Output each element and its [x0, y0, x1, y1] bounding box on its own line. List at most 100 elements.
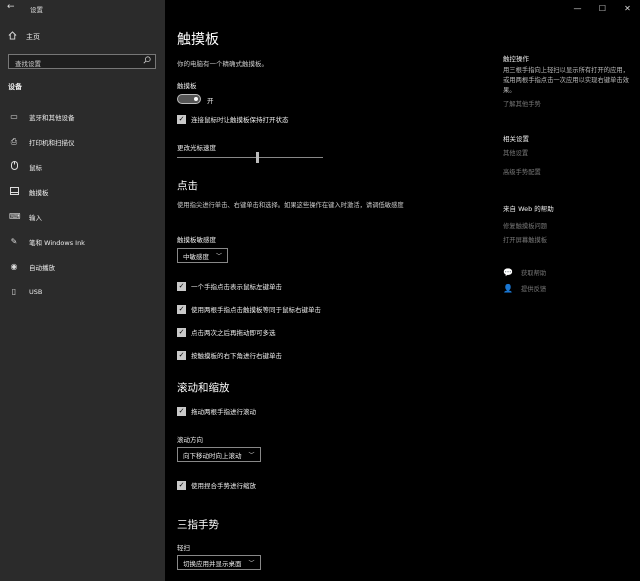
usb-icon: ▯ — [11, 287, 17, 296]
printer-icon: ⎙ — [10, 136, 18, 146]
sidebar-item-pen[interactable]: ✎ 笔和 Windows Ink — [0, 229, 165, 254]
touchpad-icon — [9, 186, 19, 197]
search-placeholder: 查找设置 — [15, 60, 41, 68]
sidebar-item-printers[interactable]: ⎙ 打印机和扫描仪 — [0, 129, 165, 154]
sidebar-section-title: 设备 — [8, 83, 22, 91]
sidebar-item-label: 鼠标 — [29, 163, 42, 172]
additional-settings-link[interactable]: 其他设置 — [503, 148, 528, 157]
checkbox-label: 点击两次之后再拖动即可多选 — [191, 329, 276, 337]
keyboard-icon: ⌨ — [9, 212, 21, 221]
touchpad-toggle-label: 触摸板 — [177, 82, 197, 90]
checkmark-icon: ✓ — [177, 480, 186, 490]
learn-gestures-link[interactable]: 了解其他手势 — [503, 99, 541, 108]
checkmark-icon: ✓ — [177, 350, 186, 360]
checkmark-icon: ✓ — [177, 114, 186, 124]
taps-description: 使用指尖进行单击、右键单击和选择。如果这些操作在键入时激活，请调低敏感度 — [177, 202, 404, 209]
titlebar: ← 设置 — [0, 0, 165, 16]
open-onscreen-touchpad-link[interactable]: 打开屏幕触摸板 — [503, 235, 547, 244]
touchpad-toggle[interactable] — [177, 94, 201, 104]
sensitivity-dropdown[interactable]: 中敏感度 ﹀ — [177, 248, 229, 263]
window-controls: — ☐ ✕ — [565, 0, 640, 16]
sidebar-item-label: 自动播放 — [29, 263, 55, 272]
feedback-label: 提供反馈 — [521, 286, 547, 293]
sidebar-item-bluetooth[interactable]: ▭ 蓝牙和其他设备 — [0, 104, 165, 129]
gestures-text: 用三根手指向上轻扫以显示所有打开的应用，或用两根手指点击一次应用以实现右键单击效… — [503, 67, 629, 94]
taps-heading: 点击 — [177, 180, 198, 192]
toggle-state: 开 — [207, 97, 214, 105]
cursor-speed-label: 更改光标速度 — [177, 144, 216, 152]
page-subtitle: 你的电脑有一个精确式触摸板。 — [177, 60, 268, 68]
sidebar-item-label: 触摸板 — [29, 188, 49, 197]
mouse-icon — [9, 161, 19, 172]
sidebar: ← 设置 主页 查找设置 设备 ▭ 蓝牙和其他设备 ⎙ 打印机和扫描仪 鼠标 触… — [0, 0, 165, 581]
sidebar-item-usb[interactable]: ▯ USB — [0, 279, 165, 304]
swipe-dropdown[interactable]: 切换应用并显示桌面 ﹀ — [177, 555, 261, 570]
web-help-heading: 来自 Web 的帮助 — [503, 205, 554, 213]
advanced-gesture-link[interactable]: 高级手势配置 — [503, 167, 541, 176]
get-help-label: 获取帮助 — [521, 270, 547, 277]
feedback-person-icon: 👤 — [503, 284, 513, 293]
pen-icon: ✎ — [10, 237, 18, 246]
sidebar-item-typing[interactable]: ⌨ 输入 — [0, 204, 165, 229]
scroll-direction-dropdown[interactable]: 向下移动时向上滚动 ﹀ — [177, 447, 261, 462]
related-settings-heading: 相关设置 — [503, 135, 529, 143]
search-icon[interactable] — [143, 56, 151, 66]
dropdown-value: 中敏感度 — [183, 252, 209, 261]
dropdown-value: 向下移动时向上滚动 — [183, 451, 242, 460]
chat-bubble-icon: 💬 — [503, 268, 513, 277]
checkbox-label: 使用两根手指点击触摸板等同于鼠标右键单击 — [191, 306, 321, 314]
cursor-speed-slider[interactable] — [177, 157, 323, 158]
keep-touchpad-on-checkbox[interactable]: ✓ 连接鼠标时让触摸板保持打开状态 — [177, 114, 289, 124]
sidebar-item-label: 打印机和扫描仪 — [29, 138, 75, 147]
chevron-down-icon: ﹀ — [248, 560, 255, 567]
sidebar-item-label: 笔和 Windows Ink — [29, 238, 85, 247]
pinch-zoom-checkbox[interactable]: ✓ 使用捏合手势进行缩放 — [177, 480, 256, 490]
maximize-button[interactable]: ☐ — [590, 0, 615, 16]
double-tap-drag-checkbox[interactable]: ✓ 点击两次之后再拖动即可多选 — [177, 327, 276, 337]
two-finger-scroll-checkbox[interactable]: ✓ 拖动两根手指进行滚动 — [177, 406, 256, 416]
tap-single-click-checkbox[interactable]: ✓ 一个手指点击表示鼠标左键单击 — [177, 281, 282, 291]
two-finger-right-click-checkbox[interactable]: ✓ 使用两根手指点击触摸板等同于鼠标右键单击 — [177, 304, 321, 314]
checkmark-icon: ✓ — [177, 281, 186, 291]
minimize-button[interactable]: — — [565, 0, 590, 16]
bluetooth-icon: ▭ — [10, 112, 18, 121]
scroll-zoom-heading: 滚动和缩放 — [177, 382, 230, 394]
checkbox-label: 一个手指点击表示鼠标左键单击 — [191, 283, 282, 291]
chevron-down-icon: ﹀ — [248, 452, 255, 459]
get-help-link[interactable]: 💬 获取帮助 — [503, 268, 546, 277]
toggle-knob — [194, 97, 198, 101]
cursor-speed-slider-thumb[interactable] — [255, 152, 259, 163]
sidebar-nav: ▭ 蓝牙和其他设备 ⎙ 打印机和扫描仪 鼠标 触摸板 ⌨ 输入 ✎ 笔和 Win… — [0, 104, 165, 304]
dropdown-value: 切换应用并显示桌面 — [183, 559, 242, 568]
app-title: 设置 — [30, 6, 43, 14]
sidebar-item-autoplay[interactable]: ◉ 自动播放 — [0, 254, 165, 279]
checkmark-icon: ✓ — [177, 327, 186, 337]
sidebar-item-label: 输入 — [29, 213, 42, 222]
checkbox-label: 连接鼠标时让触摸板保持打开状态 — [191, 116, 289, 124]
sidebar-item-touchpad[interactable]: 触摸板 — [0, 179, 165, 204]
close-button[interactable]: ✕ — [615, 0, 640, 16]
sensitivity-label: 触摸板敏感度 — [177, 236, 216, 244]
search-input[interactable]: 查找设置 — [8, 54, 156, 69]
sidebar-item-mouse[interactable]: 鼠标 — [0, 154, 165, 179]
checkbox-label: 拖动两根手指进行滚动 — [191, 408, 256, 416]
scroll-direction-label: 滚动方向 — [177, 436, 203, 444]
autoplay-icon: ◉ — [10, 262, 18, 271]
gestures-heading: 触控操作 — [503, 55, 529, 63]
page-title: 触摸板 — [177, 32, 219, 48]
back-arrow-icon[interactable]: ← — [7, 2, 15, 12]
sidebar-item-label: USB — [29, 287, 43, 296]
feedback-link[interactable]: 👤 提供反馈 — [503, 284, 546, 293]
checkbox-label: 使用捏合手势进行缩放 — [191, 482, 256, 490]
three-finger-heading: 三指手势 — [177, 519, 219, 531]
fix-touchpad-link[interactable]: 修复触摸板问题 — [503, 221, 547, 230]
corner-right-click-checkbox[interactable]: ✓ 按触摸板的右下角进行右键单击 — [177, 350, 282, 360]
sidebar-item-label: 蓝牙和其他设备 — [29, 113, 75, 122]
checkbox-label: 按触摸板的右下角进行右键单击 — [191, 352, 282, 360]
sidebar-home-label: 主页 — [26, 32, 40, 41]
sidebar-item-home[interactable]: 主页 — [8, 31, 40, 42]
checkmark-icon: ✓ — [177, 406, 186, 416]
swipe-label: 轻扫 — [177, 544, 190, 552]
home-icon — [8, 31, 17, 42]
checkmark-icon: ✓ — [177, 304, 186, 314]
